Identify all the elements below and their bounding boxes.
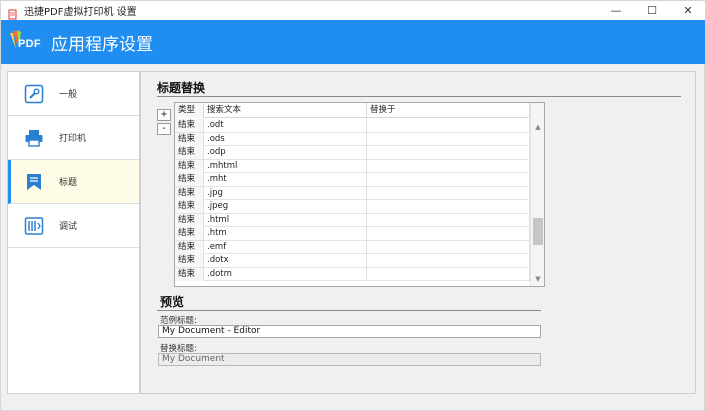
window-title: 迅捷PDF虚拟打印机 设置 xyxy=(24,7,137,18)
app-icon xyxy=(7,5,18,20)
column-header-replace[interactable]: 替换于 xyxy=(367,103,530,118)
search-cell[interactable]: .jpeg xyxy=(204,200,367,213)
sidebar-item-debug[interactable]: 调试 xyxy=(8,204,139,248)
sidebar-item-general[interactable]: 一般 xyxy=(8,72,139,116)
search-cell[interactable]: .ods xyxy=(204,132,367,146)
type-cell[interactable]: 结束 xyxy=(175,267,204,281)
scroll-thumb[interactable] xyxy=(533,218,543,245)
type-cell[interactable]: 结束 xyxy=(175,227,204,240)
search-cell[interactable]: .dotx xyxy=(204,254,367,267)
type-cell[interactable]: 结束 xyxy=(175,146,204,159)
title-bar: 迅捷PDF虚拟打印机 设置 — ☐ ✕ xyxy=(1,1,705,20)
search-cell[interactable]: .html xyxy=(204,213,367,227)
replace-cell[interactable] xyxy=(367,119,530,132)
table-scrollbar[interactable]: ▲ ▼ xyxy=(530,103,544,286)
type-cell[interactable]: 结束 xyxy=(175,240,204,254)
debug-icon xyxy=(23,215,45,237)
replace-cell[interactable] xyxy=(367,146,530,159)
header-banner: PDF 应用程序设置 xyxy=(1,20,705,64)
replace-table[interactable]: 类型 搜索文本 替换于 结束 .odt 结束 .ods 结束 .odp 结束 .mhtm… xyxy=(174,102,545,287)
bookmark-icon xyxy=(23,171,45,193)
table-row[interactable]: 结束 .mhtml xyxy=(175,159,530,173)
type-cell[interactable]: 结束 xyxy=(175,173,204,186)
section-divider xyxy=(157,96,681,97)
page-title: 应用程序设置 xyxy=(51,34,153,55)
sidebar-item-label: 一般 xyxy=(59,90,78,100)
table-row[interactable]: 结束 .htm xyxy=(175,227,530,241)
add-row-button[interactable]: + xyxy=(157,109,171,121)
close-button[interactable]: ✕ xyxy=(670,1,705,20)
window-controls: — ☐ ✕ xyxy=(598,1,705,20)
table-row[interactable]: 结束 .dotx xyxy=(175,254,530,268)
table-header: 类型 搜索文本 替换于 xyxy=(175,103,530,118)
type-cell[interactable]: 结束 xyxy=(175,132,204,146)
column-header-search[interactable]: 搜索文本 xyxy=(204,103,367,118)
maximize-button[interactable]: ☐ xyxy=(634,1,670,20)
table-row[interactable]: 结束 .jpeg xyxy=(175,200,530,214)
sample-title-field[interactable]: My Document - Editor xyxy=(158,325,541,338)
wrench-icon xyxy=(23,83,45,105)
preview-divider xyxy=(157,310,541,311)
table-row[interactable]: 结束 .jpg xyxy=(175,186,530,200)
minimize-icon: — xyxy=(610,4,622,17)
maximize-icon: ☐ xyxy=(647,4,657,17)
logo-text: PDF xyxy=(18,38,41,50)
sidebar-item-title[interactable]: 标题 xyxy=(8,160,139,204)
replace-cell[interactable] xyxy=(367,267,530,281)
search-cell[interactable]: .odp xyxy=(204,146,367,159)
table-row[interactable]: 结束 .ods xyxy=(175,132,530,146)
sidebar-item-label: 调试 xyxy=(59,222,78,232)
replace-cell[interactable] xyxy=(367,173,530,186)
table-row[interactable]: 结束 .odt xyxy=(175,119,530,133)
column-header-type[interactable]: 类型 xyxy=(175,103,204,118)
replace-cell[interactable] xyxy=(367,186,530,200)
type-cell[interactable]: 结束 xyxy=(175,159,204,173)
scroll-down-icon[interactable]: ▼ xyxy=(531,273,544,285)
sidebar-item-label: 标题 xyxy=(59,178,78,188)
sidebar-item-printer[interactable]: 打印机 xyxy=(8,116,139,160)
search-cell[interactable]: .htm xyxy=(204,227,367,240)
close-icon: ✕ xyxy=(683,4,693,17)
search-cell[interactable]: .emf xyxy=(204,240,367,254)
replace-cell[interactable] xyxy=(367,159,530,173)
replace-cell[interactable] xyxy=(367,200,530,213)
search-cell[interactable]: .mht xyxy=(204,173,367,186)
replaced-title-field: My Document xyxy=(158,353,541,366)
minimize-button[interactable]: — xyxy=(598,1,634,20)
section-title-preview: 预览 xyxy=(160,295,185,309)
sidebar-item-label: 打印机 xyxy=(59,134,87,144)
type-cell[interactable]: 结束 xyxy=(175,119,204,132)
replace-cell[interactable] xyxy=(367,227,530,240)
table-row[interactable]: 结束 .emf xyxy=(175,240,530,254)
replace-cell[interactable] xyxy=(367,132,530,146)
type-cell[interactable]: 结束 xyxy=(175,186,204,200)
table-row[interactable]: 结束 .mht xyxy=(175,173,530,187)
search-cell[interactable]: .jpg xyxy=(204,186,367,200)
remove-row-button[interactable]: - xyxy=(157,123,171,135)
replace-cell[interactable] xyxy=(367,213,530,227)
type-cell[interactable]: 结束 xyxy=(175,200,204,213)
table-row[interactable]: 结束 .html xyxy=(175,213,530,227)
pdf-logo: PDF xyxy=(7,27,47,57)
table-row[interactable]: 结束 .dotm xyxy=(175,267,530,281)
printer-icon xyxy=(23,127,45,149)
search-cell[interactable]: .dotm xyxy=(204,267,367,281)
table-body: 结束 .odt 结束 .ods 结束 .odp 结束 .mhtml 结束 .mht 结束.… xyxy=(175,119,530,281)
section-title-replace: 标题替换 xyxy=(157,81,206,95)
type-cell[interactable]: 结束 xyxy=(175,213,204,227)
scroll-up-icon[interactable]: ▲ xyxy=(531,121,544,133)
sidebar: 一般 打印机 标题 调试 xyxy=(7,71,140,394)
replace-cell[interactable] xyxy=(367,254,530,267)
replace-cell[interactable] xyxy=(367,240,530,254)
table-row[interactable]: 结束 .odp xyxy=(175,146,530,160)
settings-window: 迅捷PDF虚拟打印机 设置 — ☐ ✕ PDF 应用程序设置 一般 打印机 标题… xyxy=(0,0,705,411)
type-cell[interactable]: 结束 xyxy=(175,254,204,267)
search-cell[interactable]: .odt xyxy=(204,119,367,132)
search-cell[interactable]: .mhtml xyxy=(204,159,367,173)
